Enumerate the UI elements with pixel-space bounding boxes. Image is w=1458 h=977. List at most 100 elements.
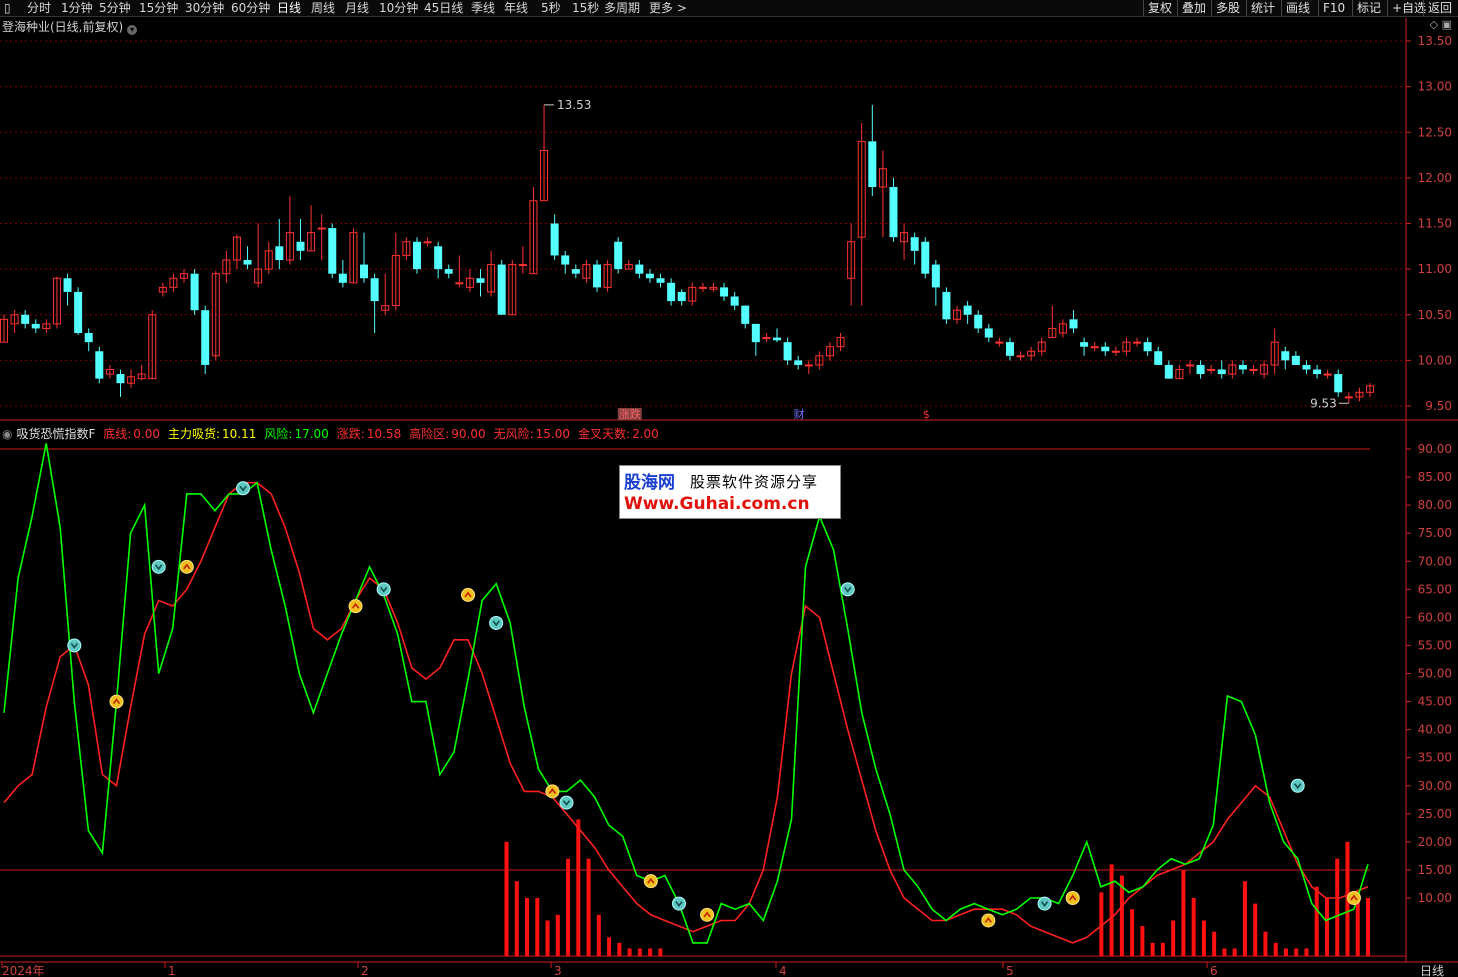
period-3[interactable]: 15分钟 bbox=[139, 0, 178, 16]
price-tick-label: 11.00 bbox=[1418, 262, 1452, 276]
accumulation-bar bbox=[566, 858, 571, 957]
period-1[interactable]: 1分钟 bbox=[61, 0, 93, 16]
accumulation-bar bbox=[1201, 920, 1206, 957]
accumulation-bar bbox=[1222, 948, 1227, 957]
period-12[interactable]: 年线 bbox=[504, 0, 528, 16]
toolbar-btn-8[interactable]: 返回 bbox=[1423, 0, 1456, 16]
time-label: 5 bbox=[1006, 964, 1014, 977]
period-5[interactable]: 60分钟 bbox=[231, 0, 270, 16]
period-15[interactable]: 多周期 bbox=[604, 0, 640, 16]
candle-body-down bbox=[476, 278, 485, 283]
high-price-label: 13.53 bbox=[557, 98, 591, 112]
candle-body-up bbox=[815, 355, 824, 366]
candle-body-up bbox=[1175, 369, 1184, 380]
candle-body-up bbox=[1090, 346, 1099, 349]
candle-body-up bbox=[900, 232, 909, 243]
golden-cross-icon bbox=[1346, 891, 1361, 905]
param-label: 无风险: bbox=[493, 427, 534, 441]
main-chart-title[interactable]: 登海种业(日线,前复权) ▾ bbox=[2, 18, 138, 35]
dead-cross-icon bbox=[1037, 896, 1052, 911]
accumulation-bar bbox=[1212, 931, 1217, 957]
candle-body-down bbox=[921, 241, 930, 274]
accumulation-bar bbox=[1314, 886, 1319, 957]
param-label: 底线: bbox=[103, 427, 132, 441]
period-2[interactable]: 5分钟 bbox=[99, 0, 131, 16]
dead-cross-chevron bbox=[70, 642, 78, 649]
indicator-name[interactable]: 吸货恐慌指数F bbox=[16, 427, 95, 441]
ind-tick-label: 10.00 bbox=[1418, 891, 1452, 905]
param-label: 主力吸货: bbox=[167, 427, 221, 441]
period-9[interactable]: 10分钟 bbox=[379, 0, 418, 16]
period-0[interactable]: 分时 bbox=[27, 0, 51, 16]
golden-cross-icon bbox=[1065, 891, 1080, 905]
golden-cross-icon bbox=[348, 599, 363, 614]
panel-toggle-icon[interactable]: ▯ bbox=[4, 0, 11, 16]
golden-cross-chevron bbox=[464, 591, 472, 598]
accumulation-bar bbox=[1140, 926, 1145, 957]
period-8[interactable]: 月线 bbox=[345, 0, 369, 16]
dead-cross-chevron bbox=[562, 800, 571, 806]
toolbar-btn-3[interactable]: 统计 bbox=[1246, 0, 1279, 16]
candle-body-down bbox=[116, 374, 125, 384]
period-10[interactable]: 45日线 bbox=[424, 0, 463, 16]
watermark-url: Www.Guhai.com.cn bbox=[624, 494, 810, 514]
candle-body-down bbox=[444, 269, 453, 274]
accumulation-bar bbox=[607, 937, 612, 957]
indicator-menu-icon[interactable]: ◉ bbox=[2, 427, 12, 441]
candle-body-down bbox=[74, 291, 83, 333]
candle-body-down bbox=[412, 241, 421, 270]
golden-cross-icon bbox=[981, 913, 996, 928]
candle-body-up bbox=[508, 264, 517, 316]
candle-body-up bbox=[825, 346, 834, 357]
param-label: 风险: bbox=[264, 427, 293, 441]
period-13[interactable]: 5秒 bbox=[541, 0, 561, 16]
accumulation-bar bbox=[1253, 903, 1258, 957]
period-4[interactable]: 30分钟 bbox=[185, 0, 224, 16]
dead-cross-icon bbox=[840, 582, 855, 597]
chevron-down-icon[interactable]: ▾ bbox=[127, 25, 138, 35]
period-toolbar: ▯ 分时 1分钟 5分钟 15分钟 30分钟 60分钟 日线 周线 月线 10分钟 45日线 季线 年线 5… bbox=[0, 0, 1458, 17]
stock-title-text: 登海种业(日线,前复权) bbox=[2, 20, 124, 34]
low-price-label: 9.53 bbox=[1310, 396, 1337, 410]
dead-cross-chevron bbox=[1294, 783, 1302, 790]
dead-cross-chevron bbox=[1040, 901, 1049, 907]
accumulation-bar bbox=[627, 948, 632, 957]
param-value: 2.00 bbox=[632, 427, 659, 441]
accumulation-bar bbox=[1130, 909, 1135, 957]
dead-cross-chevron bbox=[239, 485, 247, 492]
watermark-name: 股海网 bbox=[624, 473, 675, 493]
toolbar-btn-2[interactable]: 多股 bbox=[1211, 0, 1244, 16]
candle-body-up bbox=[1058, 323, 1067, 334]
time-label: 6 bbox=[1210, 964, 1218, 977]
candle-body-up bbox=[391, 254, 400, 307]
period-16[interactable]: 更多 > bbox=[649, 0, 687, 16]
accumulation-bar bbox=[545, 920, 550, 957]
golden-cross-icon bbox=[461, 587, 476, 602]
toolbar-btn-4[interactable]: 画线 bbox=[1281, 0, 1314, 16]
period-6[interactable]: 日线 bbox=[277, 0, 301, 16]
ind-tick-label: 25.00 bbox=[1418, 807, 1452, 821]
period-14[interactable]: 15秒 bbox=[572, 0, 599, 16]
candle-body-up bbox=[105, 369, 114, 375]
chart-controls: ◇ ▣ bbox=[1430, 18, 1452, 31]
candle-body-down bbox=[370, 278, 379, 302]
price-tick-label: 10.00 bbox=[1418, 353, 1452, 367]
toolbar-btn-6[interactable]: 标记 bbox=[1352, 0, 1385, 16]
period-7[interactable]: 周线 bbox=[311, 0, 335, 16]
toolbar-btn-1[interactable]: 叠加 bbox=[1177, 0, 1210, 16]
accumulation-bar bbox=[1355, 898, 1360, 957]
candle-body-up bbox=[804, 364, 813, 367]
toolbar-btn-0[interactable]: 复权 bbox=[1143, 0, 1176, 16]
diamond-icon[interactable]: ◇ bbox=[1430, 18, 1438, 31]
candle-body-down bbox=[243, 260, 252, 265]
price-tick-label: 11.50 bbox=[1418, 217, 1452, 231]
candle-body-up bbox=[1016, 355, 1025, 358]
toolbar-btn-5[interactable]: F10 bbox=[1318, 0, 1349, 16]
accumulation-bar bbox=[1109, 864, 1114, 957]
accumulation-bar bbox=[576, 819, 581, 957]
period-11[interactable]: 季线 bbox=[471, 0, 495, 16]
golden-cross-icon bbox=[545, 784, 560, 799]
window-icon[interactable]: ▣ bbox=[1442, 18, 1452, 31]
candle-body-up bbox=[169, 277, 178, 288]
dead-cross-icon bbox=[151, 559, 166, 574]
